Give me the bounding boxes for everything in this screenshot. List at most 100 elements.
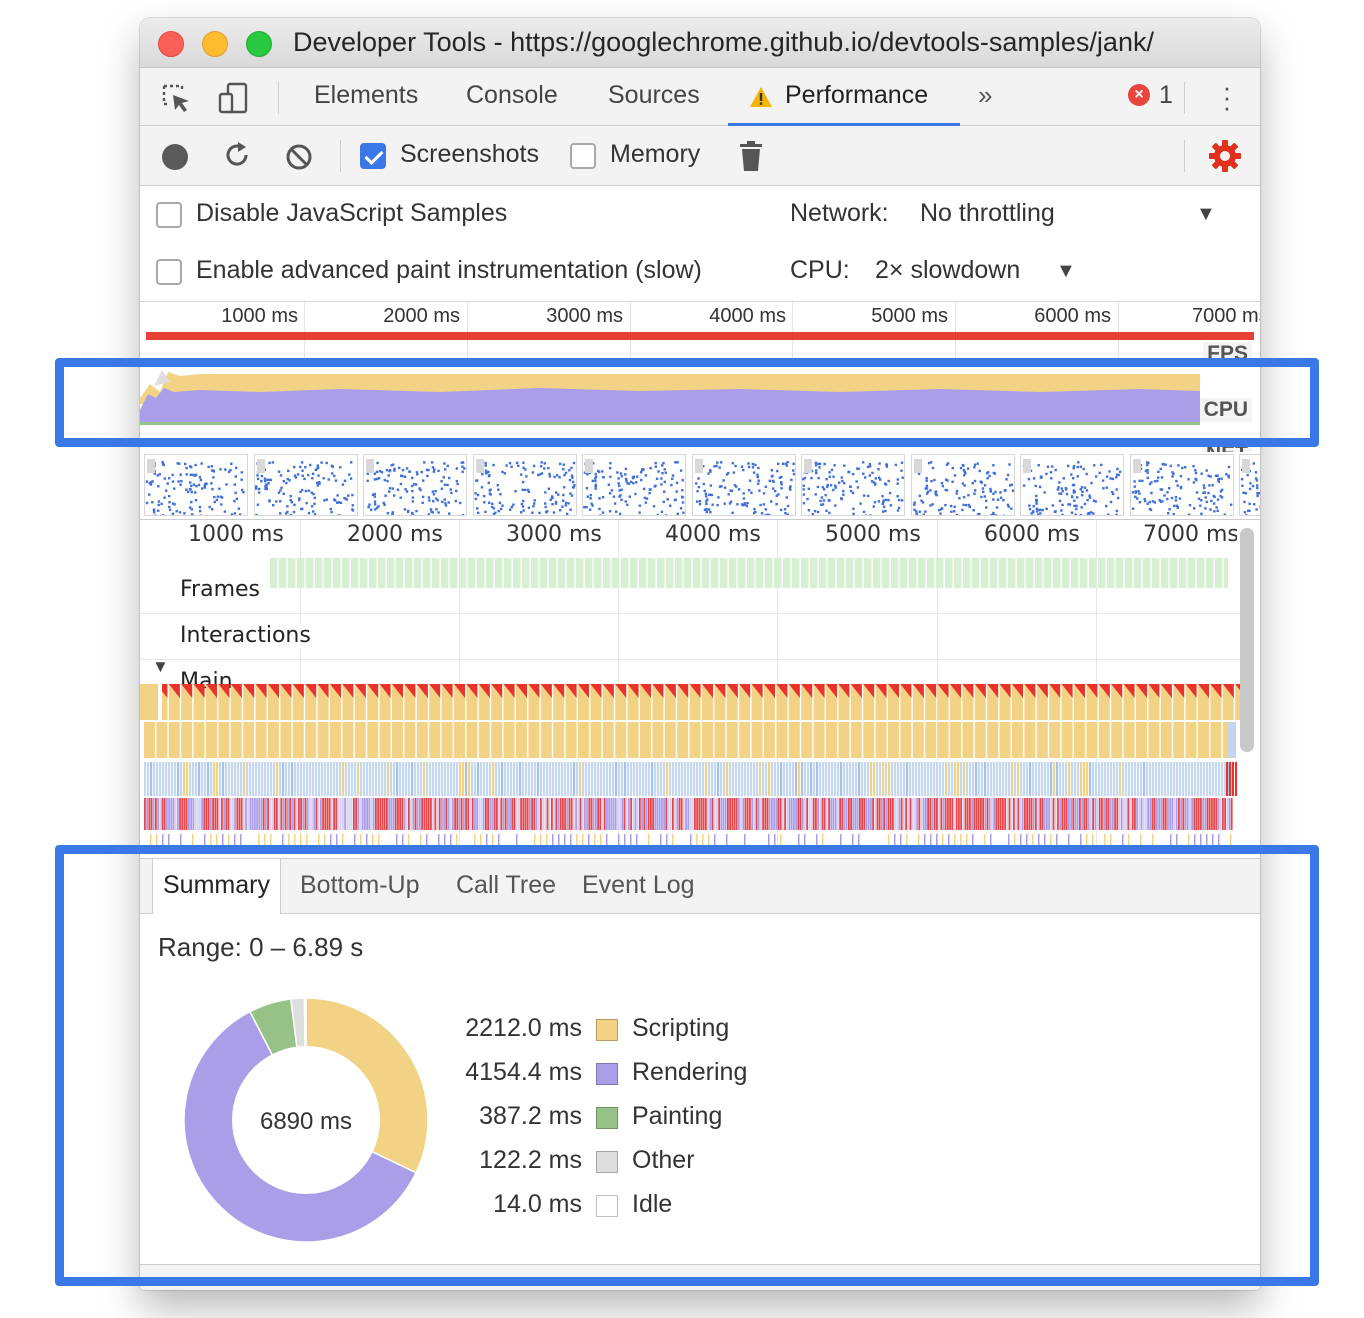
legend-row-scripting: 2212.0 ms Scripting xyxy=(440,1014,840,1048)
cpu-dropdown-arrow-icon[interactable]: ▼ xyxy=(1056,260,1076,283)
screenshot-thumbnail[interactable] xyxy=(1020,454,1124,516)
reload-record-icon[interactable] xyxy=(222,140,252,170)
error-count[interactable]: 1 xyxy=(1159,81,1173,110)
cpu-track-label: CPU xyxy=(1199,398,1252,422)
interactions-track-label[interactable]: Interactions xyxy=(180,623,317,648)
capture-settings: Disable JavaScript Samples Enable advanc… xyxy=(140,186,1260,302)
performance-toolbar: Screenshots Memory xyxy=(140,126,1260,186)
screenshot-thumbnail[interactable] xyxy=(910,454,1015,516)
main-track-collapse-icon[interactable]: ▼ xyxy=(152,657,169,677)
overview-tick: 3000 ms xyxy=(546,305,623,327)
timeline-overview[interactable]: 1000 ms 2000 ms 3000 ms 4000 ms 5000 ms … xyxy=(140,302,1260,520)
tab-sources[interactable]: Sources xyxy=(608,81,700,110)
screenshot-thumbnail[interactable] xyxy=(472,454,577,516)
screenshot-thumbnail[interactable] xyxy=(1239,454,1260,516)
screenshot-thumbnail[interactable] xyxy=(801,454,905,516)
legend-row-idle: 14.0 ms Idle xyxy=(440,1190,840,1224)
bottom-status-edge xyxy=(140,1264,1260,1290)
screenshot-thumbnail[interactable] xyxy=(253,454,358,516)
minimize-window-button[interactable] xyxy=(202,31,228,57)
disable-js-samples-label[interactable]: Disable JavaScript Samples xyxy=(196,199,507,228)
warning-icon xyxy=(750,87,772,107)
timeline-tick: 3000 ms xyxy=(506,522,602,547)
timeline-scrollbar[interactable] xyxy=(1240,528,1254,752)
network-dropdown-arrow-icon[interactable]: ▼ xyxy=(1196,203,1216,226)
network-label: Network: xyxy=(790,199,889,227)
screenshot-thumbnail[interactable] xyxy=(691,454,796,516)
toolbar-divider xyxy=(1184,140,1185,172)
screenshot-thumbnail[interactable] xyxy=(363,454,467,516)
frames-track-label[interactable]: Frames xyxy=(180,577,267,607)
legend-row-painting: 387.2 ms Painting xyxy=(440,1102,840,1136)
toolbar-divider xyxy=(340,140,341,172)
overview-tick: 4000 ms xyxy=(709,305,786,327)
timeline-tick: 4000 ms xyxy=(665,522,761,547)
legend-swatch xyxy=(596,1195,618,1217)
tab-elements[interactable]: Elements xyxy=(314,81,418,110)
more-tabs-button[interactable]: » xyxy=(978,80,992,111)
more-options-icon[interactable]: · · · xyxy=(1220,74,1234,120)
tab-console[interactable]: Console xyxy=(466,81,558,110)
toolbar-divider xyxy=(278,82,279,114)
tab-event-log[interactable]: Event Log xyxy=(572,859,705,914)
legend-name: Idle xyxy=(632,1190,673,1218)
advanced-paint-label[interactable]: Enable advanced paint instrumentation (s… xyxy=(196,256,702,285)
summary-panel: Range: 0 – 6.89 s 6890 ms 2212.0 ms Scri… xyxy=(140,914,1260,1290)
timeline-tick: 7000 ms xyxy=(1143,522,1237,547)
screenshot-thumbnail[interactable] xyxy=(144,454,248,516)
legend-swatch xyxy=(596,1107,618,1129)
main-thread-flame-chart[interactable] xyxy=(140,684,1240,850)
screenshots-label[interactable]: Screenshots xyxy=(400,140,539,169)
cpu-throttling-select[interactable]: 2× slowdown xyxy=(875,256,1020,285)
overview-tick: 6000 ms xyxy=(1034,305,1111,327)
advanced-paint-checkbox[interactable] xyxy=(156,259,182,285)
panel-tab-bar: Elements Console Sources Performance » ×… xyxy=(140,68,1260,126)
legend-swatch xyxy=(596,1063,618,1085)
tab-call-tree[interactable]: Call Tree xyxy=(446,859,566,914)
clear-icon[interactable] xyxy=(284,142,314,172)
tab-summary[interactable]: Summary xyxy=(152,859,281,915)
disable-js-samples-checkbox[interactable] xyxy=(156,202,182,228)
overview-tick: 1000 ms xyxy=(221,305,298,327)
activity-donut-chart: 6890 ms xyxy=(184,998,428,1242)
frames-track-bars[interactable] xyxy=(270,558,1228,588)
zoom-window-button[interactable] xyxy=(246,31,272,57)
capture-settings-gear-icon[interactable] xyxy=(1208,139,1242,173)
flame-chart-timeline[interactable]: 1000 ms 2000 ms 3000 ms 4000 ms 5000 ms … xyxy=(140,520,1260,850)
legend-value: 4154.4 ms xyxy=(465,1058,582,1086)
close-window-button[interactable] xyxy=(158,31,184,57)
legend-value: 122.2 ms xyxy=(479,1146,582,1174)
error-icon[interactable]: × xyxy=(1128,84,1150,106)
legend-value: 387.2 ms xyxy=(479,1102,582,1130)
inspect-element-icon[interactable] xyxy=(160,82,192,114)
legend-row-other: 122.2 ms Other xyxy=(440,1146,840,1180)
legend-value: 14.0 ms xyxy=(493,1190,582,1218)
cpu-chart xyxy=(140,362,1200,430)
device-toolbar-icon[interactable] xyxy=(218,82,250,114)
timeline-tick: 6000 ms xyxy=(984,522,1080,547)
screenshots-checkbox[interactable] xyxy=(360,143,386,169)
screenshot-thumbnail[interactable] xyxy=(582,454,686,516)
donut-total-label: 6890 ms xyxy=(260,1108,352,1135)
legend-row-rendering: 4154.4 ms Rendering xyxy=(440,1058,840,1092)
net-track-label: NET xyxy=(1202,440,1252,452)
timeline-tick: 5000 ms xyxy=(825,522,921,547)
tab-bottom-up[interactable]: Bottom-Up xyxy=(290,859,429,914)
devtools-window: Developer Tools - https://googlechrome.g… xyxy=(140,18,1260,1290)
cpu-label: CPU: xyxy=(790,256,850,284)
record-button[interactable] xyxy=(162,144,188,170)
screenshots-filmstrip[interactable] xyxy=(140,452,1260,519)
network-throttling-select[interactable]: No throttling xyxy=(920,199,1055,228)
trash-icon[interactable] xyxy=(738,140,764,172)
legend-value: 2212.0 ms xyxy=(465,1014,582,1042)
details-tab-bar: Summary Bottom-Up Call Tree Event Log xyxy=(140,858,1260,915)
legend-name: Rendering xyxy=(632,1058,748,1086)
screenshot-thumbnail[interactable] xyxy=(1129,454,1234,516)
tab-performance[interactable]: Performance xyxy=(785,81,928,110)
fps-bar xyxy=(146,332,1254,340)
toolbar-divider xyxy=(1184,82,1185,114)
legend-swatch xyxy=(596,1151,618,1173)
fps-track-label: FPS xyxy=(1203,342,1252,366)
memory-checkbox[interactable] xyxy=(570,143,596,169)
memory-label[interactable]: Memory xyxy=(610,140,700,169)
